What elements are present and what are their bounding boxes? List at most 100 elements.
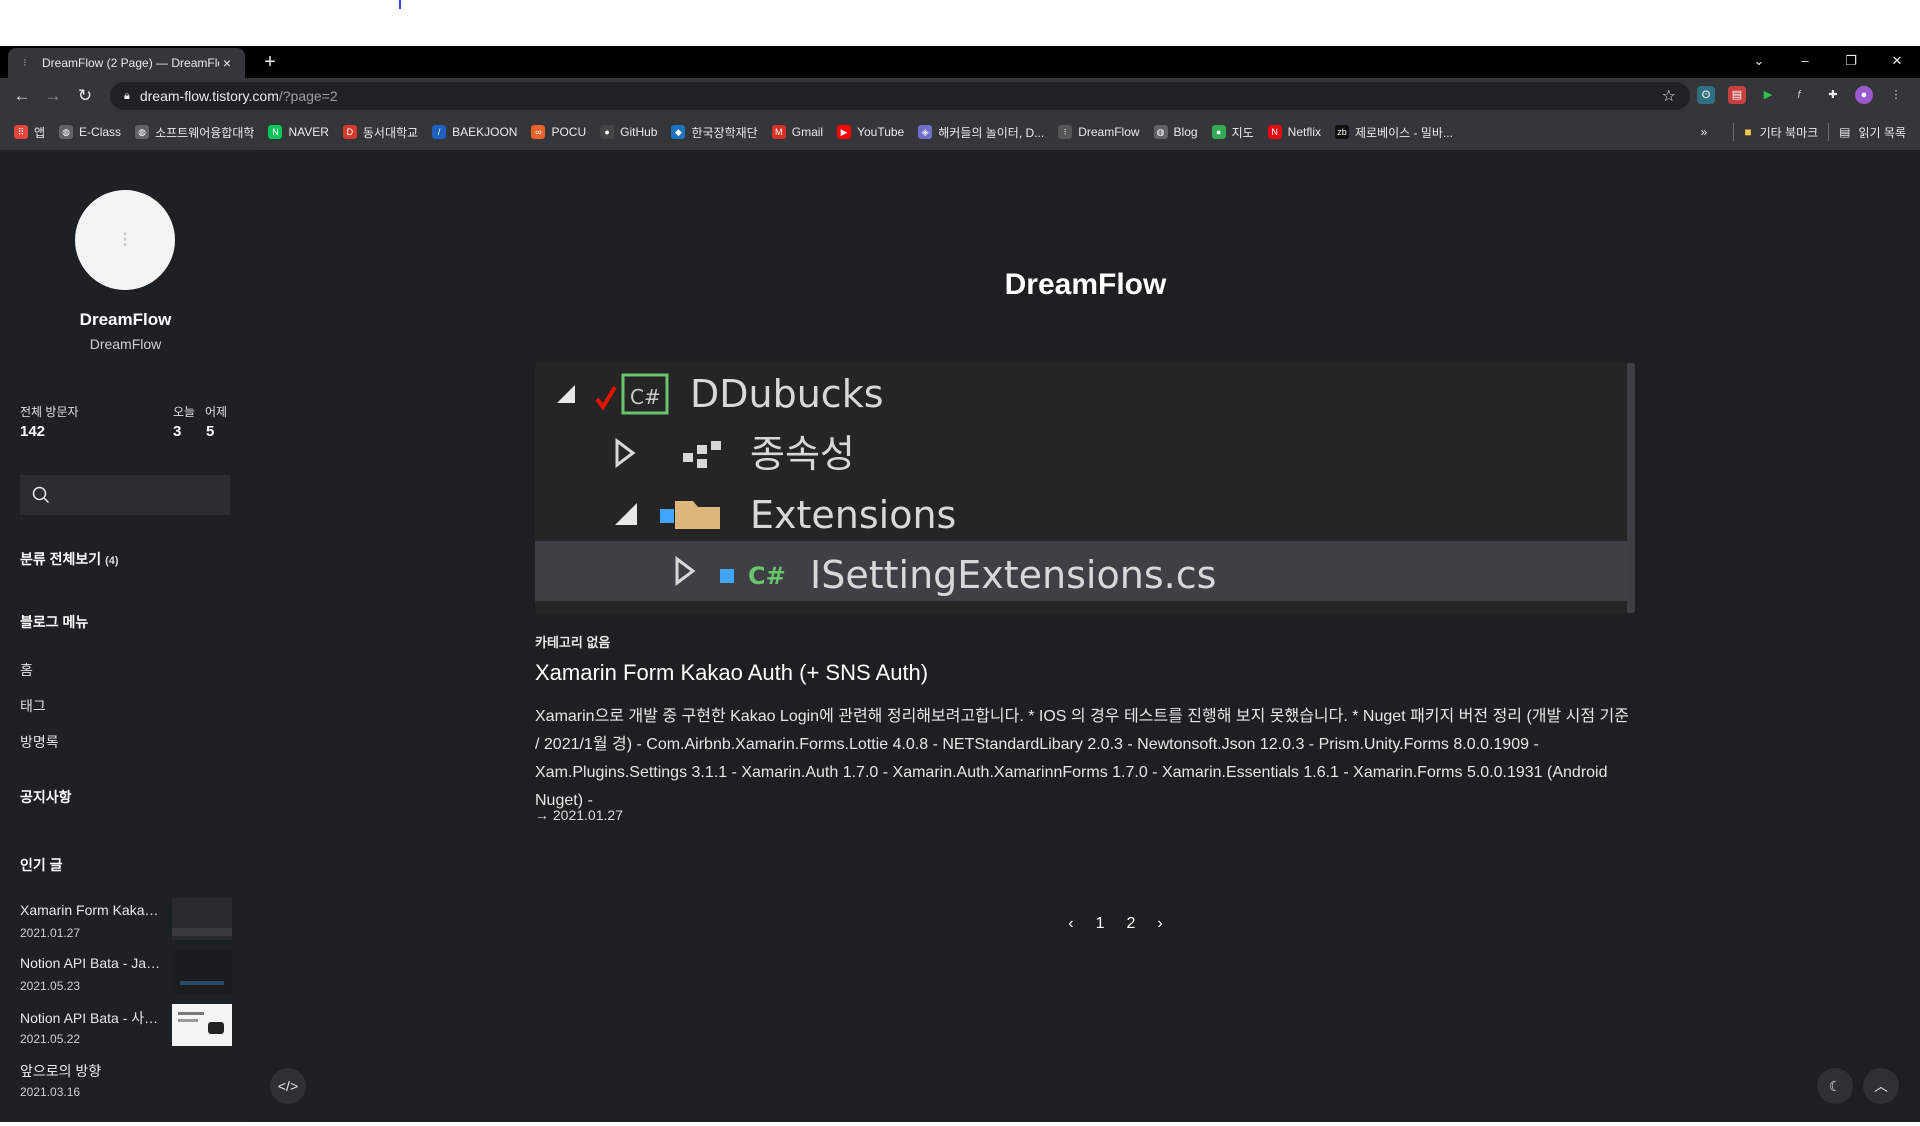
globe-icon: ◍ xyxy=(135,125,150,139)
blog-subtitle: DreamFlow xyxy=(89,336,162,352)
code-icon: </> xyxy=(277,1078,299,1094)
bookmark-item[interactable]: D 동서대학교 xyxy=(342,124,419,141)
maps-icon: ● xyxy=(1211,125,1226,139)
other-bookmarks-folder[interactable]: 기타 북마크 xyxy=(1760,124,1819,141)
dreamhack-icon: ◈ xyxy=(918,125,933,139)
moon-icon: ☾ xyxy=(1828,1077,1842,1094)
profile-avatar-icon[interactable]: ● xyxy=(1855,86,1873,104)
popular-post-date: 2021.03.16 xyxy=(20,1085,81,1099)
popular-post-thumbnail[interactable] xyxy=(172,898,232,940)
reload-button[interactable]: ↻ xyxy=(73,84,97,108)
popular-post-title[interactable]: Notion API Bata - 사용하기 xyxy=(20,1008,165,1028)
extension-notes-icon[interactable]: ▤ xyxy=(1728,86,1746,104)
bookmark-label: 동서대학교 xyxy=(362,125,419,140)
bookmark-item[interactable]: zb 제로베이스 - 밀바... xyxy=(1335,124,1453,141)
image-badge: C# xyxy=(630,385,661,409)
bookmark-item[interactable]: / BAEKJOON xyxy=(432,125,517,139)
page-link-2[interactable]: 2 xyxy=(1127,915,1136,933)
bookmark-item[interactable]: ▶ YouTube xyxy=(837,125,904,139)
globe-icon: ◍ xyxy=(1153,125,1168,139)
new-tab-button[interactable]: + xyxy=(258,50,282,74)
extension-terminal-icon[interactable]: ▶ xyxy=(1759,86,1777,104)
dark-mode-toggle[interactable]: ☾ xyxy=(1817,1068,1853,1104)
bookmark-item[interactable]: ◆ 한국장학재단 xyxy=(671,124,758,141)
bookmark-label: 해커들의 놀이터, D... xyxy=(938,125,1045,140)
bookmark-item[interactable]: ◍ Blog xyxy=(1153,125,1198,139)
next-page-button[interactable]: › xyxy=(1157,915,1162,933)
today-visitors-count: 3 xyxy=(173,423,182,440)
post-date: → 2021.01.27 xyxy=(535,807,623,823)
category-all-link[interactable]: 분류 전체보기 (4) xyxy=(20,549,119,569)
bookmark-item[interactable]: ◈ 해커들의 놀이터, D... xyxy=(918,124,1044,141)
image-line: ISettingExtensions.cs xyxy=(810,553,1216,597)
page-title[interactable]: DreamFlow xyxy=(251,268,1920,302)
menu-item-guestbook[interactable]: 방명록 xyxy=(20,732,59,752)
netflix-icon: N xyxy=(1267,125,1282,139)
dongseo-icon: D xyxy=(342,125,357,139)
bookmark-item[interactable]: ◍ 소프트웨어융합대학 xyxy=(135,124,254,141)
bookmark-item[interactable]: ∞ POCU xyxy=(531,125,586,139)
sidebar: ⁝ DreamFlow DreamFlow 전체 방문자 142 오늘 3 어제… xyxy=(0,150,251,1126)
bookmark-item[interactable]: ⁝ DreamFlow xyxy=(1058,125,1140,139)
blog-avatar[interactable]: ⁝ xyxy=(75,190,175,290)
bookmark-item[interactable]: M Gmail xyxy=(771,125,823,139)
page-content: ⁝ DreamFlow DreamFlow 전체 방문자 142 오늘 3 어제… xyxy=(0,150,1920,1126)
browser-chrome: ⁝ DreamFlow (2 Page) — DreamFlow × + ⌄ –… xyxy=(0,46,1920,150)
bookmark-item[interactable]: ◍ E-Class xyxy=(59,125,121,139)
menu-item-tags[interactable]: 태그 xyxy=(20,696,46,716)
blog-menu-heading: 블로그 메뉴 xyxy=(20,614,89,630)
bookmark-item[interactable]: ● 지도 xyxy=(1211,124,1254,141)
menu-item-home[interactable]: 홈 xyxy=(20,660,33,680)
scroll-top-button[interactable]: ︿ xyxy=(1863,1068,1899,1104)
browser-tab[interactable]: ⁝ DreamFlow (2 Page) — DreamFlow × xyxy=(8,48,245,78)
forward-button[interactable]: → xyxy=(41,84,65,108)
apps-icon: ⠿ xyxy=(14,125,28,139)
minimize-button[interactable]: – xyxy=(1782,46,1828,76)
bookmark-item[interactable]: ⠿ 앱 xyxy=(14,124,45,141)
blog-name[interactable]: DreamFlow xyxy=(0,310,251,330)
sidebar-search-input[interactable] xyxy=(20,475,230,515)
popular-post-date: 2021.05.22 xyxy=(20,1032,81,1046)
post-excerpt[interactable]: Xamarin으로 개발 중 구현한 Kakao Login에 관련해 정리해보… xyxy=(535,703,1635,815)
restore-button[interactable]: ❐ xyxy=(1828,46,1874,76)
arrow-right-icon: → xyxy=(535,807,549,823)
globe-icon: ◍ xyxy=(59,125,74,139)
bookmark-label: NAVER xyxy=(288,125,329,139)
extension-formula-icon[interactable]: f xyxy=(1790,86,1808,104)
category-all-label: 분류 전체보기 xyxy=(20,551,102,567)
bookmark-item[interactable]: N Netflix xyxy=(1267,125,1321,139)
prev-page-button[interactable]: ‹ xyxy=(1068,915,1073,933)
zerobase-icon: zb xyxy=(1335,125,1349,139)
post-thumbnail[interactable]: C# DDubucks 종속성 Extensions C# ISettingEx… xyxy=(535,363,1635,613)
bookmark-label: 제로베이스 - 밀바... xyxy=(1355,125,1453,140)
extensions-puzzle-icon[interactable]: ✚ xyxy=(1824,86,1842,104)
reading-list-button[interactable]: 읽기 목록 xyxy=(1859,124,1907,141)
solution-explorer-image: C# DDubucks 종속성 Extensions C# ISettingEx… xyxy=(535,363,1635,613)
popular-post-thumbnail[interactable] xyxy=(172,951,232,993)
post-category[interactable]: 카테고리 없음 xyxy=(535,632,610,651)
bookmark-star-icon[interactable]: ☆ xyxy=(1662,86,1676,106)
yesterday-visitors-count: 5 xyxy=(206,423,215,440)
bookmark-label: POCU xyxy=(551,125,587,139)
popular-post-title[interactable]: Notion API Bata - JavaScript xyxy=(20,955,165,971)
back-button[interactable]: ← xyxy=(10,84,34,108)
extension-owl-icon[interactable]: ʘ xyxy=(1697,86,1715,104)
bookmark-item[interactable]: N NAVER xyxy=(268,125,329,139)
page-link-1[interactable]: 1 xyxy=(1096,915,1105,933)
popular-post-thumbnail[interactable] xyxy=(172,1004,232,1046)
text-cursor xyxy=(399,0,401,9)
baekjoon-icon: / xyxy=(432,125,447,139)
tab-search-icon[interactable]: ⌄ xyxy=(1736,46,1782,76)
close-window-button[interactable]: ✕ xyxy=(1874,46,1920,76)
popular-post-title[interactable]: 앞으로의 방향 xyxy=(20,1061,165,1081)
tab-close-icon[interactable]: × xyxy=(219,55,235,71)
address-bar[interactable]: 🔒︎ dream-flow.tistory.com /?page=2 ☆ xyxy=(110,82,1690,110)
popular-post-title[interactable]: Xamarin Form Kakao Auth (+ SNS Auth) xyxy=(20,902,165,918)
bookmark-label: E-Class xyxy=(79,125,122,139)
bookmark-item[interactable]: ● GitHub xyxy=(600,125,657,139)
bookmarks-more-button[interactable]: » xyxy=(1701,125,1708,139)
menu-kebab-icon[interactable]: ⋮ xyxy=(1887,86,1905,104)
bottom-strip xyxy=(0,1122,1920,1126)
post-title[interactable]: Xamarin Form Kakao Auth (+ SNS Auth) xyxy=(535,660,928,686)
code-toggle-button[interactable]: </> xyxy=(270,1068,306,1104)
